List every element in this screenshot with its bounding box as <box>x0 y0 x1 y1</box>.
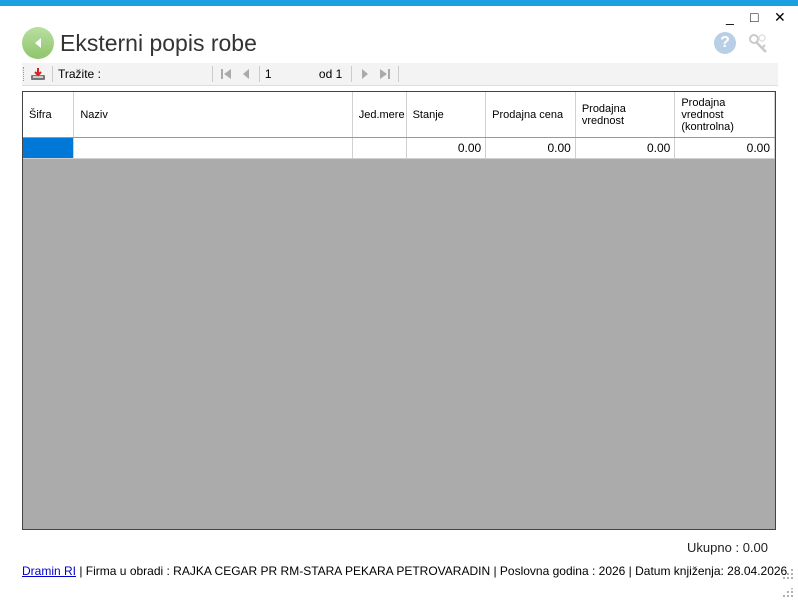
data-grid[interactable]: Šifra Naziv Jed.mere Stanje Prodajna cen… <box>22 91 776 530</box>
download-tray-icon <box>31 68 45 80</box>
last-page-icon <box>380 69 391 79</box>
next-page-icon <box>362 69 369 79</box>
status-info: | Firma u obradi : RAJKA CEGAR PR RM-STA… <box>79 564 788 578</box>
page-number-input[interactable] <box>262 65 317 83</box>
maximize-button[interactable]: □ <box>750 10 758 24</box>
column-header-naziv[interactable]: Naziv <box>73 92 353 138</box>
toolbar-separator <box>52 66 53 82</box>
last-page-button[interactable] <box>375 64 395 84</box>
toolbar-separator <box>211 66 213 82</box>
column-header-prodajna-vrednost[interactable]: Prodajna vrednost <box>575 92 676 138</box>
next-page-button[interactable] <box>355 64 375 84</box>
column-header-stanje[interactable]: Stanje <box>406 92 487 138</box>
user-link[interactable]: Dramin RI <box>22 564 76 578</box>
grid-table: Šifra Naziv Jed.mere Stanje Prodajna cen… <box>23 92 775 159</box>
help-button[interactable]: ? <box>714 32 736 54</box>
resize-grip-icon[interactable] <box>782 568 794 580</box>
column-header-prodajna-vrednost-kontrolna[interactable]: Prodajna vrednost (kontrolna) <box>674 92 775 138</box>
previous-page-icon <box>242 69 249 79</box>
toolbar-separator <box>258 66 260 82</box>
window-resize-grip-icon[interactable] <box>782 588 794 598</box>
cell-jed-mere[interactable] <box>352 137 407 159</box>
page-count-label: od 1 <box>318 67 343 81</box>
keys-icon <box>749 34 767 53</box>
close-button[interactable]: ✕ <box>774 10 786 24</box>
toolbar: Tražite : od 1 <box>22 63 778 86</box>
search-input[interactable] <box>104 64 209 84</box>
keys-button[interactable] <box>746 32 770 56</box>
column-header-sifra[interactable]: Šifra <box>23 92 75 138</box>
toolbar-separator <box>398 66 400 82</box>
back-arrow-icon <box>35 38 41 48</box>
first-page-button[interactable] <box>216 64 236 84</box>
previous-page-button[interactable] <box>236 64 256 84</box>
search-label: Tražite : <box>58 67 101 81</box>
column-header-prodajna-cena[interactable]: Prodajna cena <box>485 92 576 138</box>
cell-stanje[interactable]: 0.00 <box>406 137 487 159</box>
total-label: Ukupno : 0.00 <box>687 540 768 555</box>
page-title: Eksterni popis robe <box>60 29 257 56</box>
export-button[interactable] <box>27 64 49 84</box>
column-header-jed-mere[interactable]: Jed.mere <box>352 92 407 138</box>
table-row[interactable]: 0.00 0.00 0.00 0.00 <box>23 137 775 159</box>
top-accent-bar <box>0 0 798 6</box>
cell-prodajna-vrednost-kontrolna[interactable]: 0.00 <box>674 137 775 159</box>
toolbar-separator <box>351 66 353 82</box>
grid-header-row: Šifra Naziv Jed.mere Stanje Prodajna cen… <box>23 92 775 138</box>
cell-sifra[interactable] <box>23 137 75 159</box>
title-row: Eksterni popis robe <box>22 26 257 60</box>
first-page-icon <box>220 69 231 79</box>
status-bar: Dramin RI | Firma u obradi : RAJKA CEGAR… <box>22 564 787 578</box>
cell-prodajna-vrednost[interactable]: 0.00 <box>575 137 676 159</box>
minimize-button[interactable]: _ <box>726 10 734 24</box>
cell-prodajna-cena[interactable]: 0.00 <box>485 137 576 159</box>
back-button[interactable] <box>22 27 54 59</box>
cell-naziv[interactable] <box>73 137 353 159</box>
